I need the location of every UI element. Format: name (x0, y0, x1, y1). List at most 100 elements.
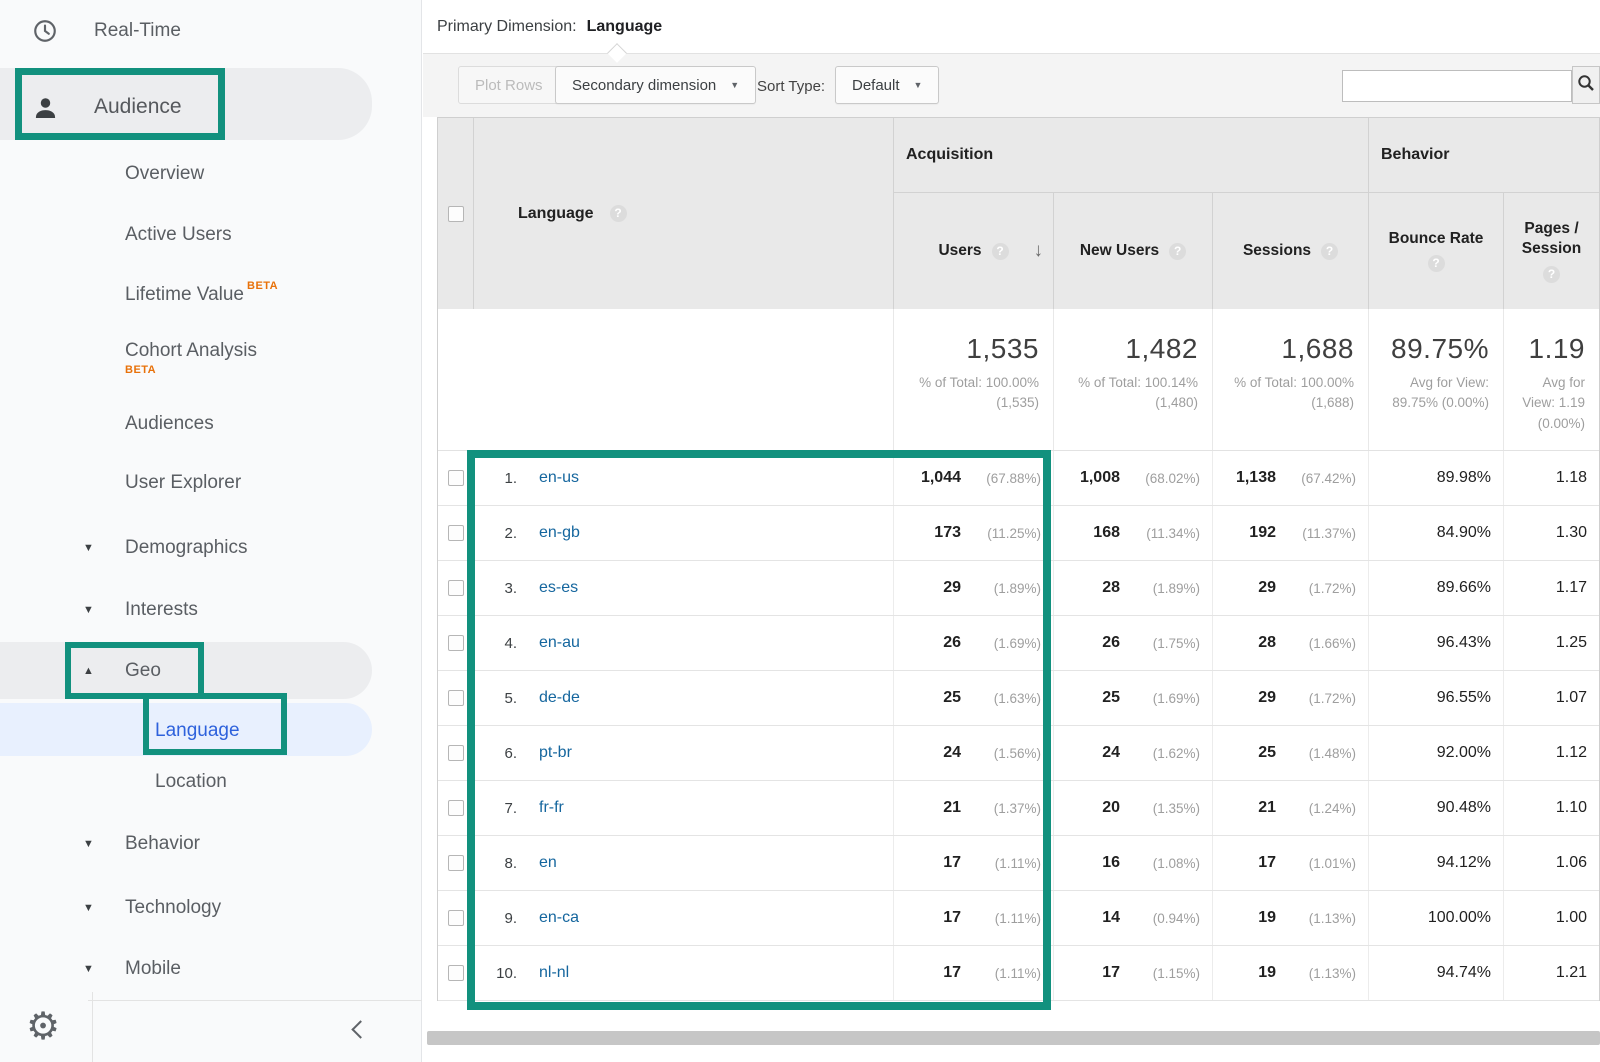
row-checkbox-cell (438, 781, 474, 835)
language-link[interactable]: pt-br (539, 744, 572, 762)
chevron-down-icon: ▼ (730, 80, 740, 90)
row-rank: 10. (496, 964, 517, 982)
pages-session-cell: 1.30 (1503, 506, 1599, 560)
language-link[interactable]: en-us (539, 469, 579, 487)
users-cell: 29 (1.89%) (893, 561, 1053, 615)
bounce-rate-cell: 94.12% (1368, 836, 1503, 890)
bounce-rate-cell: 90.48% (1368, 781, 1503, 835)
primary-dimension-value-tab[interactable]: Language (587, 18, 663, 36)
help-icon[interactable]: ? (1427, 255, 1445, 272)
new-users-cell: 1,008 (68.02%) (1053, 451, 1212, 505)
bounce-rate-cell: 89.66% (1368, 561, 1503, 615)
row-checkbox[interactable] (448, 525, 464, 541)
help-icon[interactable]: ? (609, 205, 627, 222)
row-rank: 4. (504, 634, 517, 652)
report-toolbar: Plot Rows Secondary dimension ▼ Sort Typ… (423, 43, 1600, 117)
language-link[interactable]: en-au (539, 634, 580, 652)
table-row: 3. es-es 29 (1.89%) 28 (1.89%) 29 (1.72%) 89.66%… (438, 561, 1599, 616)
help-icon[interactable]: ? (1321, 242, 1339, 260)
sidebar-item-location[interactable]: Location (155, 763, 227, 801)
secondary-dimension-dropdown[interactable]: Secondary dimension ▼ (555, 66, 757, 104)
help-icon[interactable]: ? (991, 242, 1009, 260)
sidebar-item-demographics[interactable]: ▼ Demographics (83, 529, 248, 567)
sidebar-item-cohort-analysis[interactable]: Cohort Analysis BETA (125, 340, 257, 376)
row-checkbox-cell (438, 671, 474, 725)
column-header-sessions[interactable]: Sessions ? (1212, 193, 1368, 309)
sidebar-item-technology[interactable]: ▼ Technology (83, 889, 221, 927)
chevron-down-icon: ▼ (913, 80, 923, 90)
column-header-bounce-rate[interactable]: Bounce Rate ? (1368, 193, 1503, 309)
language-link[interactable]: en-gb (539, 524, 580, 542)
help-icon[interactable]: ? (1543, 266, 1560, 284)
sidebar-item-real-time[interactable]: Real-Time (30, 12, 181, 50)
summary-sessions: 1,688 % of Total: 100.00% (1,688) (1212, 309, 1368, 450)
language-cell: 9. en-ca (474, 891, 893, 945)
search-button[interactable] (1572, 66, 1600, 104)
beta-badge: BETA (247, 280, 279, 292)
row-checkbox[interactable] (448, 800, 464, 816)
column-header-language[interactable]: Language ? (474, 118, 893, 309)
sidebar-item-lifetime-value[interactable]: Lifetime Value BETA (125, 276, 278, 314)
sort-type-dropdown[interactable]: Default ▼ (835, 66, 940, 104)
column-header-users[interactable]: Users ? ↓ (893, 193, 1053, 309)
new-users-cell: 17 (1.15%) (1053, 946, 1212, 1000)
row-checkbox-cell (438, 451, 474, 505)
row-checkbox-cell (438, 506, 474, 560)
users-cell: 17 (1.11%) (893, 836, 1053, 890)
sort-descending-arrow-icon: ↓ (1033, 240, 1044, 261)
table-row: 10. nl-nl 17 (1.11%) 17 (1.15%) 19 (1.13%) 94.74… (438, 946, 1599, 1001)
bounce-rate-cell: 84.90% (1368, 506, 1503, 560)
sidebar-item-interests[interactable]: ▼ Interests (83, 591, 198, 629)
collapse-sidebar-chevron-icon[interactable] (350, 1022, 366, 1038)
sidebar-item-audiences[interactable]: Audiences (125, 405, 214, 443)
language-link[interactable]: es-es (539, 579, 578, 597)
sessions-cell: 25 (1.48%) (1212, 726, 1368, 780)
sidebar-item-active-users[interactable]: Active Users (125, 216, 232, 254)
sidebar-item-mobile[interactable]: ▼ Mobile (83, 950, 181, 988)
row-rank: 9. (504, 909, 517, 927)
pages-session-cell: 1.21 (1503, 946, 1599, 1000)
summary-bounce-rate: 89.75% Avg for View: 89.75% (0.00%) (1368, 309, 1503, 450)
row-checkbox[interactable] (448, 690, 464, 706)
sessions-cell: 21 (1.24%) (1212, 781, 1368, 835)
horizontal-scrollbar[interactable] (427, 1031, 1600, 1045)
sidebar-item-overview[interactable]: Overview (125, 155, 204, 193)
language-link[interactable]: en (539, 854, 557, 872)
sidebar-footer-vertical-divider (92, 992, 93, 1062)
summary-new-users: 1,482 % of Total: 100.14% (1,480) (1053, 309, 1212, 450)
plot-rows-button[interactable]: Plot Rows (458, 66, 560, 104)
chevron-down-icon: ▼ (83, 542, 94, 554)
row-rank: 6. (504, 744, 517, 762)
language-link[interactable]: de-de (539, 689, 580, 707)
row-checkbox[interactable] (448, 470, 464, 486)
help-icon[interactable]: ? (1169, 242, 1187, 260)
pages-session-cell: 1.00 (1503, 891, 1599, 945)
table-row: 7. fr-fr 21 (1.37%) 20 (1.35%) 21 (1.24%) 90.48%… (438, 781, 1599, 836)
row-rank: 1. (504, 469, 517, 487)
language-link[interactable]: nl-nl (539, 964, 569, 982)
sidebar-item-user-explorer[interactable]: User Explorer (125, 464, 241, 502)
language-link[interactable]: fr-fr (539, 799, 564, 817)
person-icon (30, 94, 60, 121)
language-link[interactable]: en-ca (539, 909, 579, 927)
pages-session-cell: 1.10 (1503, 781, 1599, 835)
select-all-checkbox[interactable] (447, 205, 464, 222)
row-checkbox[interactable] (448, 635, 464, 651)
search-input[interactable] (1342, 70, 1572, 102)
column-header-new-users[interactable]: New Users ? (1053, 193, 1212, 309)
row-checkbox[interactable] (448, 965, 464, 981)
sidebar-item-geo[interactable]: ▲ Geo (83, 652, 161, 690)
sidebar-item-language[interactable]: Language (155, 712, 240, 750)
column-header-pages-session[interactable]: Pages / Session ? (1503, 193, 1599, 309)
settings-gear-icon[interactable]: ⚙ (26, 1008, 60, 1046)
row-checkbox[interactable] (448, 855, 464, 871)
language-cell: 6. pt-br (474, 726, 893, 780)
row-rank: 2. (504, 524, 517, 542)
row-checkbox[interactable] (448, 580, 464, 596)
row-checkbox[interactable] (448, 745, 464, 761)
row-checkbox-cell (438, 836, 474, 890)
sidebar-item-audience[interactable]: Audience (30, 88, 182, 126)
sidebar-item-behavior[interactable]: ▼ Behavior (83, 825, 200, 863)
language-cell: 2. en-gb (474, 506, 893, 560)
row-checkbox[interactable] (448, 910, 464, 926)
